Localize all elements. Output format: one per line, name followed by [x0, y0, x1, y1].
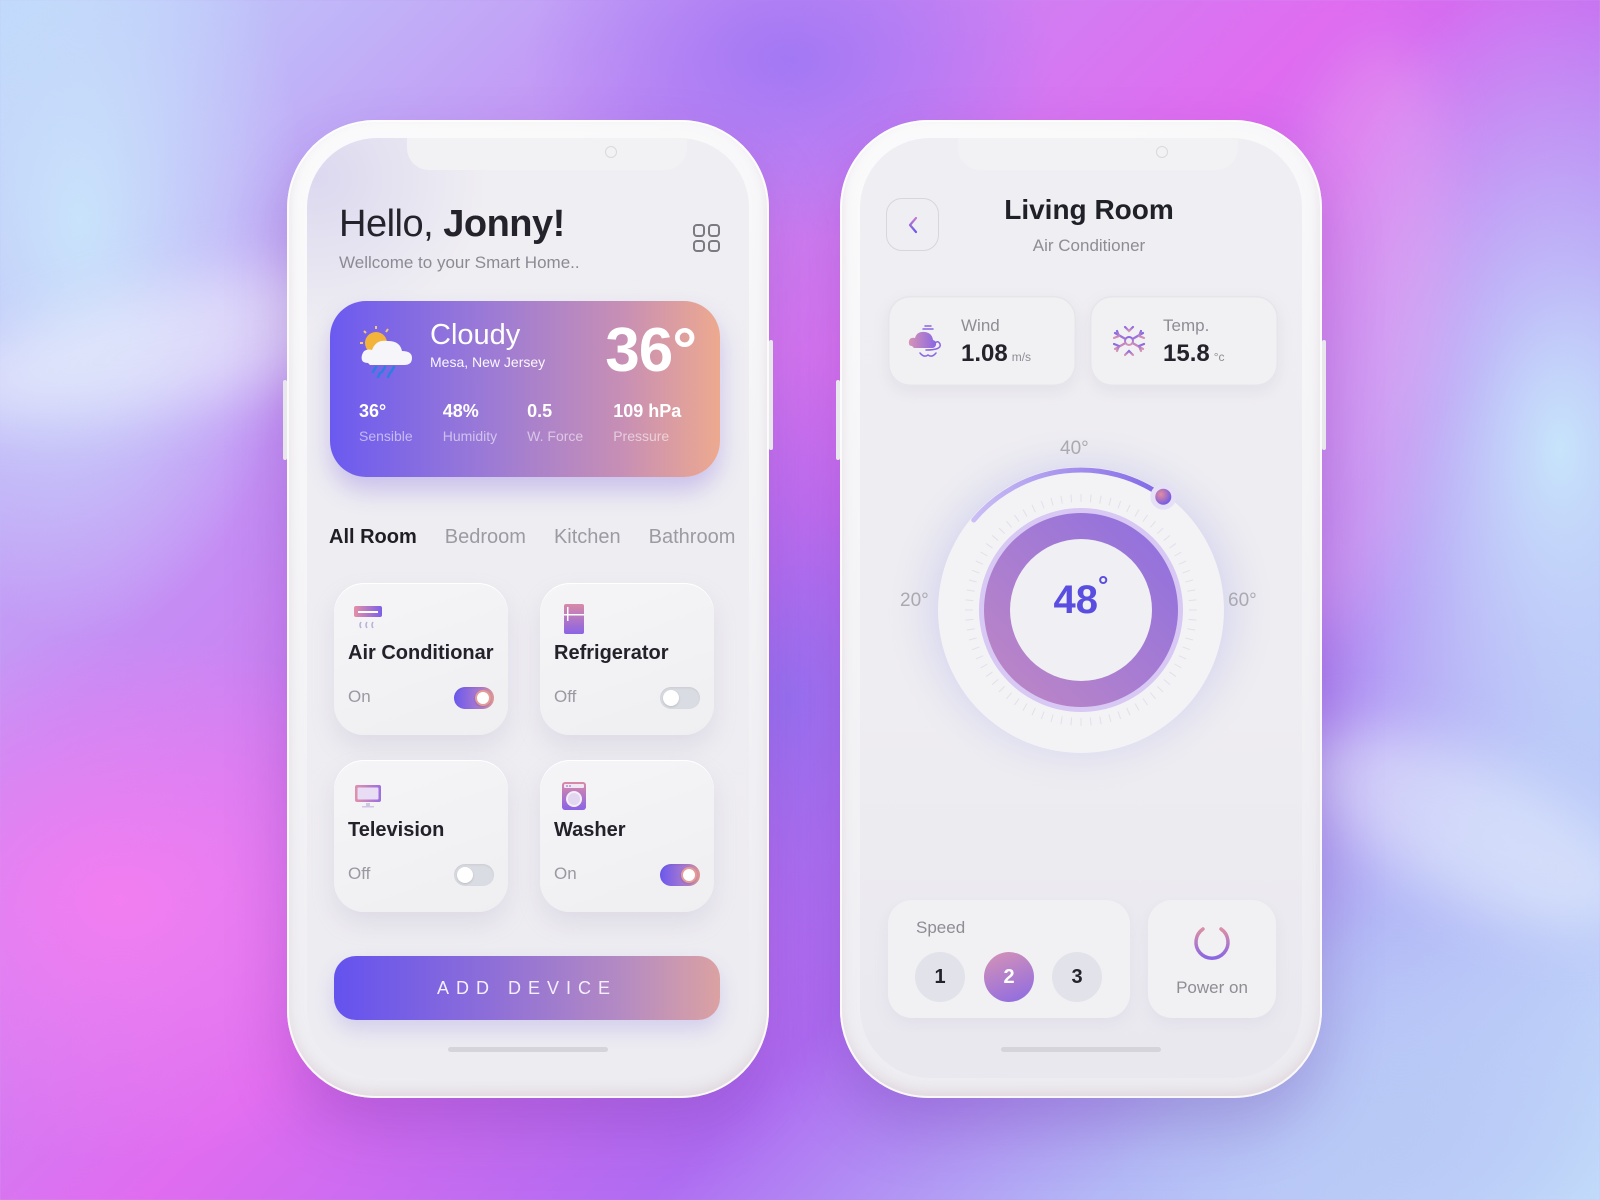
- stat-label: W. Force: [527, 428, 584, 444]
- weather-stat-humidity: 48% Humidity: [443, 401, 497, 444]
- camera-icon: [1156, 146, 1168, 158]
- side-button: [836, 380, 840, 460]
- power-label: Power on: [1176, 978, 1248, 997]
- user-name: Jonny!: [443, 203, 565, 245]
- device-name: Refrigerator: [554, 642, 669, 664]
- device-name: Air Conditionar: [348, 642, 494, 664]
- air-conditioner-icon: [354, 606, 382, 629]
- wind-unit: m/s: [1011, 350, 1032, 364]
- home-screen: Hello, Jonny! Wellcome to your Smart Hom…: [307, 138, 749, 1078]
- background-swirl: [1277, 690, 1600, 970]
- home-indicator: [448, 1047, 608, 1052]
- stat-label: Sensible: [359, 428, 413, 444]
- tab-bedroom[interactable]: Bedroom: [445, 526, 526, 549]
- dial-tick: [1070, 717, 1073, 726]
- room-tabs: All Room Bedroom Kitchen Bathroom: [329, 526, 749, 549]
- room-title: Living Room: [1004, 194, 1174, 225]
- device-state: On: [554, 864, 577, 883]
- speed-label: Speed: [916, 918, 966, 937]
- stat-value: 36°: [359, 401, 387, 421]
- temp-value: 15.8 °c: [1163, 340, 1225, 368]
- weather-stats: 36° Sensible 48% Humidity 0.5 W. Force 109 …: [359, 401, 711, 444]
- dial-tick: [1089, 717, 1092, 726]
- weather-stat-sensible: 36° Sensible: [359, 401, 413, 444]
- speed-button-3[interactable]: 3: [1052, 952, 1102, 1002]
- wind-card: Wind 1.08 m/s: [888, 296, 1076, 386]
- weather-card[interactable]: Cloudy Mesa, New Jersey 36° 36° Sensible …: [330, 301, 720, 477]
- side-button: [283, 380, 287, 460]
- tab-kitchen[interactable]: Kitchen: [554, 526, 621, 549]
- dial-tick: [1089, 494, 1092, 503]
- stat-value: 48%: [442, 401, 479, 421]
- device-state: On: [348, 687, 371, 706]
- add-device-button[interactable]: ADD DEVICE: [334, 956, 720, 1020]
- device-toggle[interactable]: [454, 864, 494, 886]
- device-card-television[interactable]: Television Off: [334, 760, 508, 912]
- stat-value: 0.5: [527, 401, 553, 421]
- speed-button-1[interactable]: 1: [915, 952, 965, 1002]
- wind-number: 1.08: [961, 340, 1008, 367]
- weather-temperature: 36°: [605, 316, 697, 385]
- temp-number: 15.8: [1163, 340, 1210, 367]
- device-toggle[interactable]: [660, 687, 700, 709]
- detail-screen: Living Room Air Conditioner Wind 1.08 m/s: [860, 138, 1302, 1078]
- wind-label: Wind: [961, 316, 1000, 335]
- wind-value: 1.08 m/s: [961, 340, 1031, 368]
- weather-condition: Cloudy: [430, 319, 521, 351]
- home-indicator: [1001, 1047, 1161, 1052]
- side-button: [769, 340, 773, 450]
- dial-graphic: [881, 418, 1281, 798]
- television-icon: [355, 785, 381, 808]
- dial-current-number: 48: [1053, 578, 1099, 622]
- power-icon: [1194, 919, 1230, 960]
- dial-current-value: 48°: [860, 570, 1302, 623]
- device-state: Off: [348, 864, 371, 883]
- welcome-text: Wellcome to your Smart Home..: [339, 253, 580, 272]
- device-card-refrigerator[interactable]: Refrigerator Off: [540, 583, 714, 735]
- weather-stat-pressure: 109 hPa Pressure: [613, 401, 681, 444]
- power-button[interactable]: Power on: [1148, 900, 1276, 1018]
- dial-degree-symbol: °: [1098, 570, 1109, 600]
- stat-value: 109 hPa: [613, 401, 682, 421]
- device-card-washer[interactable]: Washer On: [540, 760, 714, 912]
- dial-tick: [1070, 494, 1073, 503]
- dial-label-mid: 40°: [1060, 438, 1089, 459]
- temp-card: Temp. 15.8 °c: [1090, 296, 1278, 386]
- tab-bathroom[interactable]: Bathroom: [649, 526, 736, 549]
- notch: [958, 138, 1238, 170]
- temperature-dial[interactable]: 40° 20° 60° 48°: [860, 418, 1302, 828]
- device-state: Off: [554, 687, 577, 706]
- snowflake-icon: [1112, 323, 1146, 359]
- greeting-prefix: Hello,: [339, 203, 434, 245]
- device-name: Television: [348, 819, 445, 841]
- grid-icon[interactable]: [693, 224, 721, 252]
- device-name: Washer: [554, 819, 626, 841]
- washer-icon: [562, 782, 586, 810]
- tab-all-room[interactable]: All Room: [329, 526, 417, 549]
- detail-phone: Living Room Air Conditioner Wind 1.08 m/s: [836, 120, 1326, 1098]
- device-toggle[interactable]: [454, 687, 494, 709]
- stat-label: Pressure: [613, 428, 670, 444]
- device-toggle[interactable]: [660, 864, 700, 886]
- stat-label: Humidity: [442, 428, 498, 444]
- speed-card: Speed 1 2 3: [888, 900, 1130, 1018]
- home-phone: Hello, Jonny! Wellcome to your Smart Hom…: [283, 120, 773, 1098]
- temp-label: Temp.: [1163, 316, 1210, 335]
- temp-unit: °c: [1213, 350, 1225, 364]
- cloud-rain-sun-icon: [360, 326, 412, 379]
- refrigerator-icon: [564, 604, 584, 634]
- speed-button-2[interactable]: 2: [984, 952, 1034, 1002]
- notch: [407, 138, 687, 170]
- weather-stat-wind-force: 0.5 W. Force: [527, 401, 583, 444]
- camera-icon: [605, 146, 617, 158]
- dial-knob[interactable]: [1155, 488, 1172, 505]
- side-button: [1322, 340, 1326, 450]
- device-subtitle: Air Conditioner: [1032, 236, 1146, 255]
- device-card-air-conditioner[interactable]: Air Conditionar On: [334, 583, 508, 735]
- weather-location: Mesa, New Jersey: [430, 354, 546, 370]
- greeting: Hello, Jonny!: [339, 203, 565, 246]
- wind-cloud-icon: [908, 325, 941, 357]
